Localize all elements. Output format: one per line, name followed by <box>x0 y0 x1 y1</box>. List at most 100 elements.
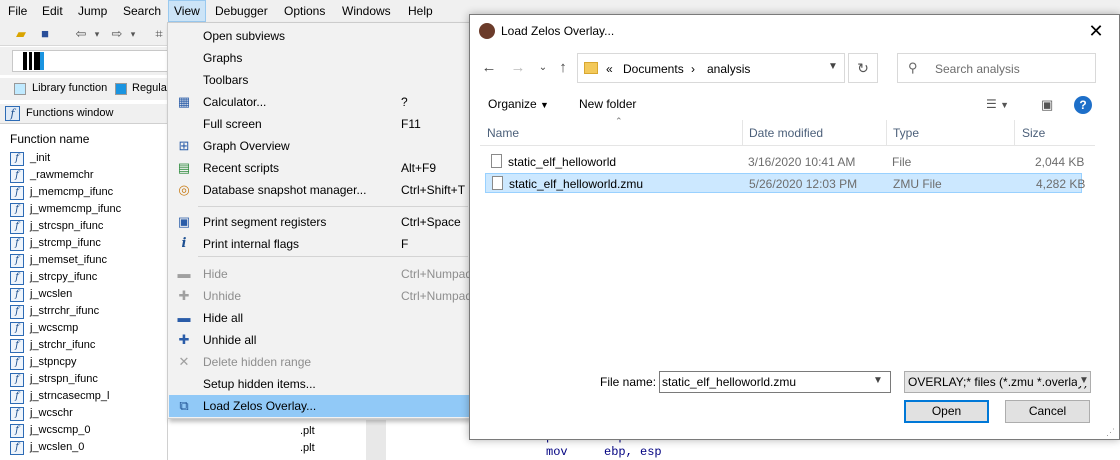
column-name[interactable]: Name <box>487 126 519 140</box>
file-type-select[interactable]: OVERLAY;* files (*.zmu *.overlay) ▼ <box>904 371 1091 393</box>
refresh-icon[interactable]: ↻ <box>848 53 878 83</box>
breadcrumb-overflow[interactable]: « <box>606 62 613 76</box>
nav-segment <box>29 52 32 70</box>
file-name-input[interactable] <box>662 374 868 390</box>
column-separator[interactable] <box>886 120 887 146</box>
save-icon[interactable]: ■ <box>36 25 54 43</box>
segment-label: .plt <box>300 425 315 437</box>
file-row[interactable]: static_elf_helloworld 3/16/2020 10:41 AM F… <box>485 152 1084 172</box>
view-menu-item[interactable]: ✚ Unhide all <box>169 329 469 351</box>
menu-search[interactable]: Search <box>118 0 166 22</box>
view-menu-item-label: Unhide <box>203 289 242 303</box>
open-button[interactable]: Open <box>904 400 989 423</box>
back-arrow-icon[interactable]: ← <box>479 58 499 78</box>
function-row[interactable]: f j_wcscmp_0 <box>10 423 165 440</box>
function-row[interactable]: f j_wcslen_0 <box>10 440 165 457</box>
menu-debugger[interactable]: Debugger <box>210 0 273 22</box>
functions-list[interactable]: Function name f _init f _rawmemchr f j_memcmp… <box>0 126 168 460</box>
chevron-down-icon[interactable]: ▾ <box>124 25 142 43</box>
function-row[interactable]: f j_stpncpy <box>10 355 165 372</box>
view-menu-item[interactable]: ◎ Database snapshot manager... Ctrl+Shift+… <box>169 179 469 201</box>
column-size[interactable]: Size <box>1022 126 1045 140</box>
file-name: static_elf_helloworld.zmu <box>509 177 644 191</box>
view-options-icon[interactable]: ☰ ▼ <box>986 97 1009 111</box>
help-icon[interactable]: ? <box>1074 96 1092 114</box>
menu-edit[interactable]: Edit <box>37 0 68 22</box>
function-name: j_memcmp_ifunc <box>30 186 114 198</box>
menu-jump[interactable]: Jump <box>73 0 112 22</box>
function-row[interactable]: f j_memset_ifunc <box>10 253 165 270</box>
view-menu-item[interactable]: ⊞ Graph Overview <box>169 135 469 157</box>
up-arrow-icon[interactable]: ↑ <box>553 58 573 78</box>
view-menu-item-label: Calculator... <box>203 95 267 109</box>
function-row[interactable]: f j_strcspn_ifunc <box>10 219 165 236</box>
function-row[interactable]: f j_strncasecmp_l <box>10 389 165 406</box>
new-folder-button[interactable]: New folder <box>579 97 636 111</box>
function-row[interactable]: f j_strcpy_ifunc <box>10 270 165 287</box>
close-icon[interactable]: ✕ <box>1080 19 1112 43</box>
view-menu-item[interactable]: Setup hidden items... <box>169 373 469 395</box>
function-row[interactable]: f j_strrchr_ifunc <box>10 304 165 321</box>
view-menu-item[interactable]: Toolbars <box>169 69 469 91</box>
menu-view[interactable]: View <box>168 0 206 22</box>
function-name-column-header[interactable]: Function name <box>10 132 89 146</box>
dialog-title-bar[interactable]: Load Zelos Overlay... ✕ <box>470 15 1119 47</box>
pane-divider[interactable] <box>366 420 386 460</box>
search-input[interactable]: Search analysis <box>935 62 1020 76</box>
function-row[interactable]: f j_strchr_ifunc <box>10 338 165 355</box>
function-row[interactable]: f _init <box>10 151 165 168</box>
column-separator[interactable] <box>742 120 743 146</box>
toolbar-tool-icon[interactable]: ⌗ <box>150 25 168 43</box>
function-row[interactable]: f j_strspn_ifunc <box>10 372 165 389</box>
resize-grip-icon[interactable]: ⋰ <box>1106 427 1115 438</box>
view-menu-item[interactable]: ▦ Calculator...? <box>169 91 469 113</box>
segment-label: .plt <box>300 442 315 454</box>
chevron-down-icon[interactable]: ▼ <box>873 375 883 386</box>
function-row[interactable]: f j_wcscmp <box>10 321 165 338</box>
menu-options[interactable]: Options <box>279 0 330 22</box>
view-menu-item[interactable]: i Print internal flags F <box>169 233 469 255</box>
chevron-down-icon[interactable]: ▾ <box>88 25 106 43</box>
function-icon: f <box>10 390 24 404</box>
view-menu-item[interactable]: ▬ Hide all <box>169 307 469 329</box>
menu-file[interactable]: File <box>3 0 32 22</box>
forward-arrow-icon[interactable]: → <box>508 58 528 78</box>
navigation-band[interactable] <box>12 50 172 72</box>
view-menu-item[interactable]: Open subviews <box>169 25 469 47</box>
view-menu-item[interactable]: ⧉ Load Zelos Overlay... <box>169 395 469 417</box>
cancel-button[interactable]: Cancel <box>1005 400 1090 423</box>
organize-button[interactable]: Organize ▼ <box>488 97 549 111</box>
minus-icon: ▬ <box>177 266 191 281</box>
preview-pane-icon[interactable]: ▣ <box>1041 97 1053 113</box>
file-icon <box>491 154 502 168</box>
view-menu-item[interactable]: ▣ Print segment registers Ctrl+Space <box>169 211 469 233</box>
view-menu-item[interactable]: Full screen F11 <box>169 113 469 135</box>
address-bar[interactable]: « Documents › analysis ▼ <box>577 53 845 83</box>
view-menu-item[interactable]: Graphs <box>169 47 469 69</box>
view-menu-item-label: Full screen <box>203 117 262 131</box>
view-menu-item[interactable]: ▤ Recent scripts Alt+F9 <box>169 157 469 179</box>
file-name-field[interactable]: ▼ <box>659 371 891 393</box>
column-separator[interactable] <box>1014 120 1015 146</box>
function-row[interactable]: f j_strcmp_ifunc <box>10 236 165 253</box>
search-box[interactable]: ⚲ Search analysis <box>897 53 1096 83</box>
function-row[interactable]: f j_memcmp_ifunc <box>10 185 165 202</box>
column-type[interactable]: Type <box>893 126 919 140</box>
menu-help[interactable]: Help <box>403 0 438 22</box>
function-row[interactable]: f j_wmemcmp_ifunc <box>10 202 165 219</box>
function-row[interactable]: f _rawmemchr <box>10 168 165 185</box>
function-icon: f <box>10 271 24 285</box>
column-date-modified[interactable]: Date modified <box>749 126 823 140</box>
breadcrumb-analysis[interactable]: analysis <box>707 62 750 76</box>
view-menu-item-label: Load Zelos Overlay... <box>203 399 317 413</box>
menu-windows[interactable]: Windows <box>337 0 396 22</box>
breadcrumb-documents[interactable]: Documents <box>623 62 684 76</box>
open-folder-icon[interactable]: ▰ <box>12 25 30 43</box>
chevron-down-icon: ▼ <box>540 100 549 110</box>
function-row[interactable]: f j_wcschr <box>10 406 165 423</box>
file-row[interactable]: static_elf_helloworld.zmu 5/26/2020 12:03… <box>485 173 1085 193</box>
functions-window-tab[interactable]: f Functions window <box>0 104 168 124</box>
chevron-down-icon[interactable]: ▼ <box>828 61 838 72</box>
recent-locations-chevron-icon[interactable]: ⌄ <box>533 58 553 78</box>
function-row[interactable]: f j_wcslen <box>10 287 165 304</box>
